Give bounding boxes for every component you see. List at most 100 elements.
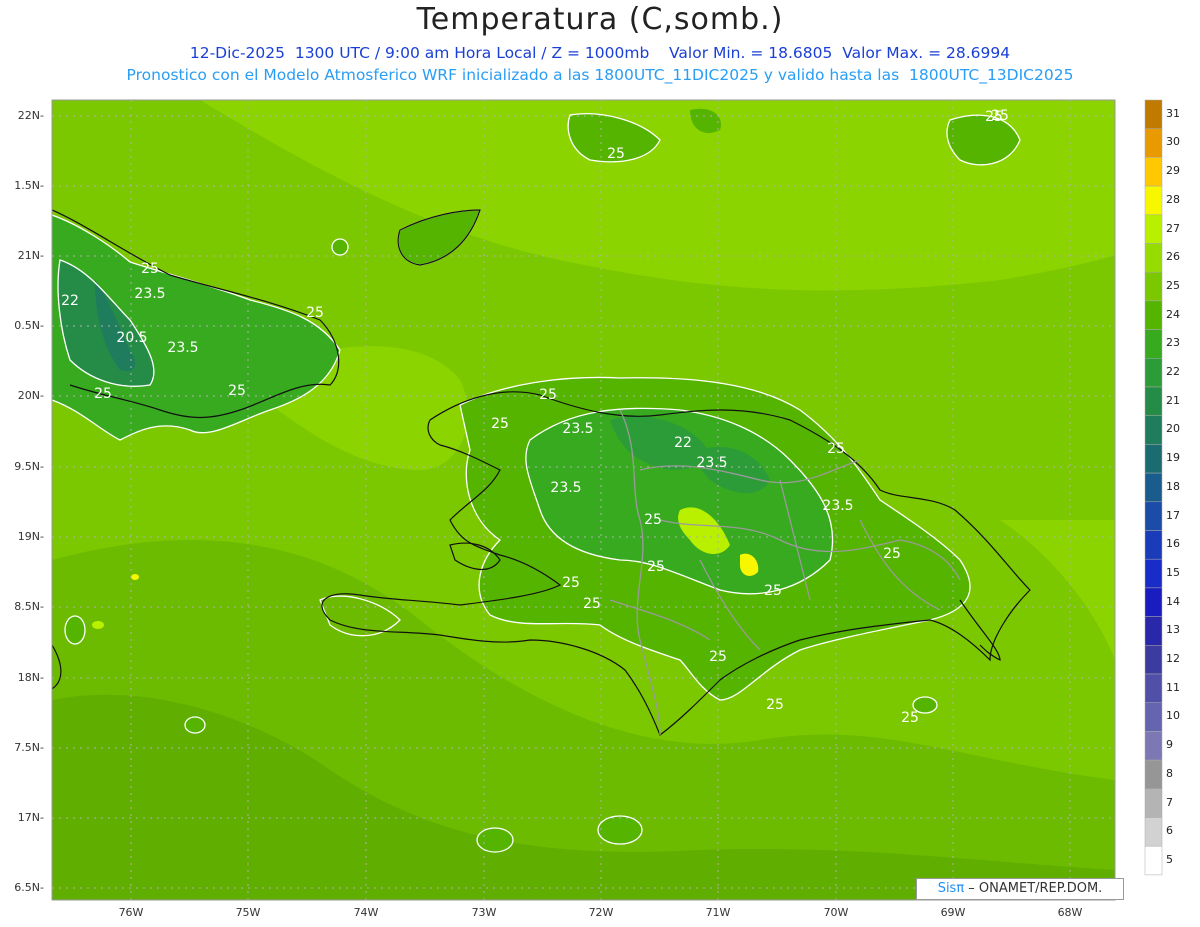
colorbar-label: 10 (1166, 709, 1180, 723)
colorbar-label: 27 (1166, 221, 1180, 235)
latitude-label: 19N- (17, 530, 44, 543)
map-canvas: 252523.52220.523.525 25 25252523.52223.523… (51, 99, 1163, 901)
contour-label: 25 (306, 305, 324, 321)
longitude-label: 68W (1057, 906, 1083, 919)
colorbar-swatch (1144, 243, 1163, 273)
colorbar-swatch (1144, 558, 1163, 589)
longitude-label: 73W (471, 906, 497, 919)
contour-label: 25 (883, 546, 901, 562)
colorbar-label: 26 (1166, 250, 1180, 264)
colorbar-label: 23 (1166, 336, 1180, 350)
colorbar-label: 18 (1166, 479, 1180, 493)
contour-label: 20.5 (116, 330, 147, 346)
colorbar-label: 12 (1166, 652, 1180, 665)
contour-label: 25 (607, 146, 625, 162)
credit-box: Sisπ – ONAMET/REP.DOM. (916, 878, 1124, 900)
colorbar-swatch (1144, 472, 1163, 503)
colorbar-label: 31 (1166, 106, 1180, 120)
longitude-label: 70W (823, 906, 849, 919)
temperature-field (52, 100, 1115, 900)
colorbar-label: 16 (1166, 537, 1180, 551)
colorbar-label: 19 (1166, 451, 1180, 465)
colorbar-swatch (1144, 386, 1163, 416)
colorbar-label: 15 (1166, 565, 1180, 579)
latitude-label: 7.5N- (14, 741, 44, 754)
latitude-label: 8.5N- (14, 600, 44, 613)
colorbar-swatch (1144, 329, 1163, 359)
contour-label: 25 (991, 108, 1009, 124)
latitude-label: 22N- (17, 109, 44, 122)
contour-label: 22 (674, 435, 692, 451)
colorbar-label: 9 (1166, 738, 1173, 752)
longitude-label: 76W (118, 906, 144, 919)
longitude-label: 71W (705, 906, 731, 919)
contour-label: 25 (644, 512, 662, 528)
longitude-label: 74W (353, 906, 379, 919)
colorbar-label: 7 (1166, 795, 1173, 809)
colorbar-swatch (1144, 415, 1163, 445)
colorbar-swatch (1144, 444, 1163, 474)
credit-brand: Sisπ (937, 881, 965, 896)
contour-label: 25 (827, 441, 845, 457)
contour-label: 25 (583, 596, 601, 612)
contour-label: 25 (94, 386, 112, 402)
contour-label: 25 (228, 383, 246, 399)
contour-label: 25 (539, 387, 557, 403)
latitude-label: 1.5N- (14, 179, 44, 192)
contour-label: 25 (709, 649, 727, 665)
contour-label: 23.5 (562, 421, 593, 437)
colorbar-swatch (1144, 128, 1163, 158)
contour-label: 23.5 (696, 455, 727, 471)
longitude-label: 69W (940, 906, 966, 919)
contour-label: 23.5 (550, 480, 581, 496)
colorbar-swatch (1144, 759, 1163, 790)
longitude-label: 72W (588, 906, 614, 919)
colorbar-swatch (1144, 673, 1163, 703)
colorbar (1144, 99, 1163, 876)
colorbar-swatch (1144, 271, 1163, 302)
latitude-label: 20N- (17, 389, 44, 402)
colorbar-label: 13 (1166, 623, 1180, 637)
colorbar-swatch (1144, 817, 1163, 847)
colorbar-swatch (1144, 358, 1163, 388)
colorbar-swatch (1144, 185, 1163, 216)
colorbar-swatch (1144, 157, 1163, 187)
contour-label: 25 (562, 575, 580, 591)
contour-label: 25 (647, 559, 665, 575)
colorbar-swatch (1144, 788, 1163, 818)
latitude-label: 0.5N- (14, 319, 44, 332)
contour-label: 23.5 (134, 286, 165, 302)
contour-label: 25 (901, 710, 919, 726)
colorbar-label: 30 (1166, 135, 1180, 149)
colorbar-swatch (1144, 587, 1163, 617)
colorbar-swatch (1144, 645, 1163, 675)
colorbar-swatch (1144, 99, 1163, 129)
colorbar-label: 22 (1166, 365, 1180, 378)
colorbar-swatch (1144, 616, 1163, 646)
longitude-label: 75W (235, 906, 261, 919)
colorbar-label: 28 (1166, 192, 1180, 206)
latitude-label: 21N- (17, 249, 44, 262)
colorbar-label: 25 (1166, 278, 1180, 292)
colorbar-swatch (1144, 845, 1163, 876)
colorbar-swatch (1144, 530, 1163, 560)
colorbar-swatch (1144, 731, 1163, 761)
colorbar-swatch (1144, 214, 1163, 244)
contour-label: 25 (766, 697, 784, 713)
contour-label: 25 (141, 261, 159, 277)
contour-label: 22 (61, 293, 79, 309)
colorbar-label: 14 (1166, 594, 1180, 608)
latitude-label: 18N- (17, 671, 44, 684)
credit-org: – ONAMET/REP.DOM. (964, 881, 1103, 896)
colorbar-swatch (1144, 300, 1163, 330)
colorbar-swatch (1144, 501, 1163, 531)
latitude-label: 6.5N- (14, 881, 44, 894)
latitude-label: 17N- (17, 811, 44, 824)
contour-label: 25 (764, 583, 782, 599)
colorbar-label: 29 (1166, 164, 1180, 178)
colorbar-label: 17 (1166, 508, 1180, 522)
colorbar-label: 11 (1166, 680, 1180, 694)
colorbar-swatch (1144, 702, 1163, 732)
colorbar-label: 24 (1166, 307, 1180, 321)
latitude-label: 9.5N- (14, 460, 44, 473)
